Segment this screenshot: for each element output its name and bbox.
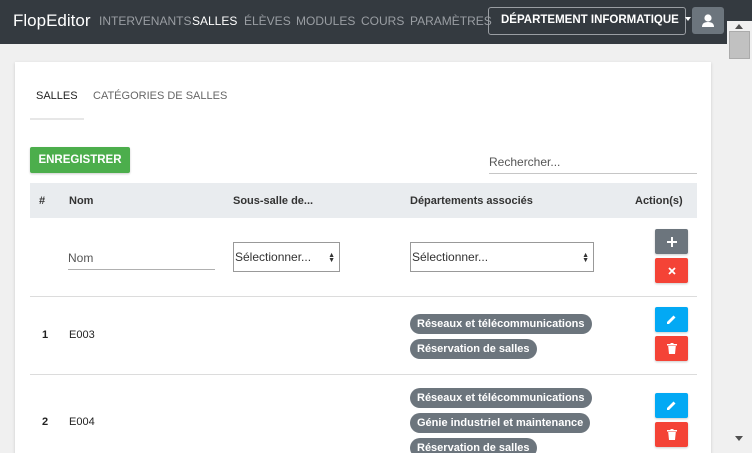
- navbar: FlopEditor INTERVENANTS SALLES ÉLÈVES MO…: [0, 0, 752, 44]
- nav-link-modules[interactable]: MODULES: [296, 14, 355, 28]
- department-dropdown[interactable]: DÉPARTEMENT INFORMATIQUE: [488, 7, 691, 35]
- trash-icon: [666, 343, 677, 354]
- tab-categories-de-salles[interactable]: CATÉGORIES DE SALLES: [93, 90, 227, 102]
- pencil-icon: [667, 315, 676, 324]
- delete-room-button[interactable]: [655, 336, 688, 361]
- trash-icon: [666, 429, 677, 440]
- nav-link-intervenants[interactable]: INTERVENANTS: [99, 14, 191, 28]
- close-icon: [667, 266, 676, 275]
- pencil-icon: [667, 401, 676, 410]
- department-chip: Génie industriel et maintenance: [410, 413, 591, 433]
- departments-select[interactable]: Sélectionner... ▲ ▼: [410, 242, 594, 272]
- nav-link-eleves[interactable]: ÉLÈVES: [244, 14, 291, 28]
- add-room-button[interactable]: [655, 229, 688, 254]
- edit-room-button[interactable]: [655, 393, 688, 418]
- row-1-name: E003: [69, 329, 95, 341]
- header-number: #: [39, 195, 46, 207]
- clear-new-row-button[interactable]: [655, 258, 688, 283]
- scroll-up-arrow-icon[interactable]: [735, 24, 743, 29]
- row-divider: [30, 296, 697, 297]
- user-menu-button[interactable]: [692, 7, 724, 34]
- department-chip: Réservation de salles: [410, 339, 537, 359]
- nav-link-cours[interactable]: COURS: [361, 14, 404, 28]
- tab-underline: [30, 118, 84, 120]
- department-chip: Réseaux et télécommunications: [410, 314, 592, 334]
- tab-salles[interactable]: SALLES: [36, 90, 78, 102]
- header-actions: Action(s): [635, 195, 683, 207]
- row-divider: [30, 374, 697, 375]
- table-header: [30, 183, 697, 218]
- scroll-thumb[interactable]: [729, 31, 750, 59]
- nav-link-parametres[interactable]: PARAMÈTRES: [410, 14, 492, 28]
- search-input[interactable]: [489, 150, 697, 174]
- department-chip: Réservation de salles: [410, 438, 537, 453]
- edit-room-button[interactable]: [655, 307, 688, 332]
- department-chip: Réseaux et télécommunications: [410, 388, 592, 408]
- row-2-number: 2: [42, 416, 49, 428]
- user-icon: [702, 14, 714, 27]
- department-label: DÉPARTEMENT INFORMATIQUE: [501, 14, 679, 26]
- caret-down-icon: [684, 17, 691, 21]
- row-2-name: E004: [69, 416, 95, 428]
- brand-logo[interactable]: FlopEditor: [13, 11, 90, 31]
- row-1-number: 1: [42, 329, 49, 341]
- header-departements[interactable]: Départements associés: [410, 195, 533, 207]
- header-sous-salle[interactable]: Sous-salle de...: [233, 195, 313, 207]
- departments-select-value: Sélectionner...: [412, 250, 489, 264]
- subroom-select-value: Sélectionner...: [235, 250, 312, 264]
- new-name-input[interactable]: [68, 246, 215, 270]
- subroom-select[interactable]: Sélectionner... ▲ ▼: [233, 242, 340, 272]
- page-scrollbar[interactable]: [727, 21, 752, 453]
- header-nom[interactable]: Nom: [69, 195, 93, 207]
- nav-link-salles[interactable]: SALLES: [192, 14, 237, 28]
- scroll-down-arrow-icon[interactable]: [735, 436, 743, 441]
- delete-room-button[interactable]: [655, 422, 688, 447]
- save-button[interactable]: ENREGISTRER: [30, 147, 130, 173]
- select-arrows-icon: ▲ ▼: [582, 252, 589, 264]
- select-arrows-icon: ▲ ▼: [328, 252, 335, 264]
- plus-icon: [666, 236, 677, 247]
